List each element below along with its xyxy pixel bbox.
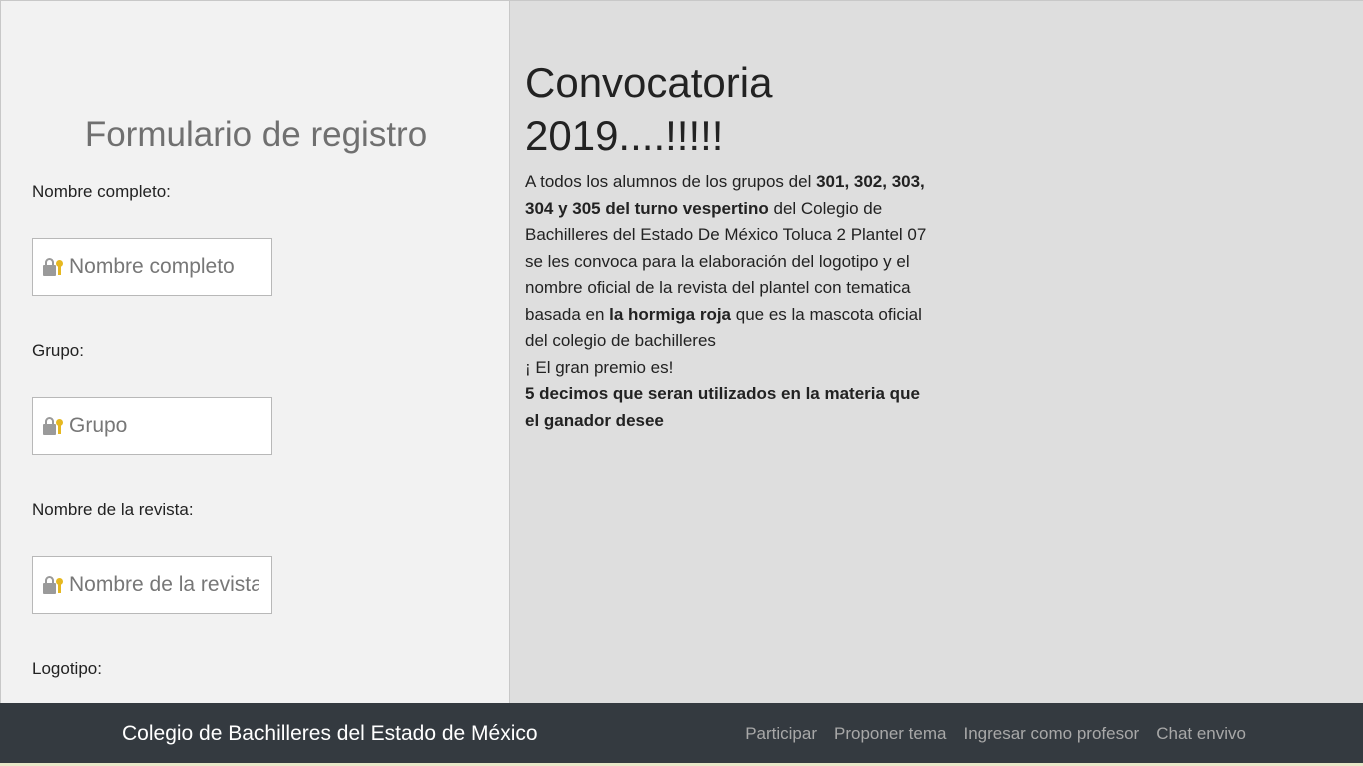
- footer-navbar: Colegio de Bachilleres del Estado de Méx…: [0, 703, 1363, 763]
- magazine-name-input[interactable]: [69, 573, 259, 597]
- registration-panel: Formulario de registro Nombre completo: …: [0, 0, 510, 703]
- lock-key-icon: [43, 257, 65, 277]
- nav-participar[interactable]: Participar: [745, 724, 817, 744]
- announcement-title-line2: 2019....!!!!!: [525, 112, 724, 159]
- prize-text: 5 decimos que seran utilizados en la mat…: [525, 384, 920, 430]
- footer-nav: Participar Proponer tema Ingresar como p…: [745, 724, 1246, 744]
- fullname-input[interactable]: [69, 255, 259, 279]
- logo-label: Logotipo:: [32, 659, 102, 678]
- group-field[interactable]: [32, 397, 272, 455]
- magazine-name-label: Nombre de la revista:: [32, 500, 194, 519]
- lock-key-icon: [43, 416, 65, 436]
- magazine-name-field[interactable]: [32, 556, 272, 614]
- announcement-mascot: la hormiga roja: [609, 304, 732, 324]
- announcement-text: A todos los alumnos de los grupos del: [525, 172, 817, 191]
- lock-key-icon: [43, 575, 65, 595]
- announcement-title: Convocatoria 2019....!!!!!: [525, 56, 925, 162]
- fullname-field[interactable]: [32, 238, 272, 296]
- prize-intro: ¡ El gran premio es!: [525, 357, 674, 377]
- nav-ingresar-profesor[interactable]: Ingresar como profesor: [963, 724, 1139, 744]
- form-title: Formulario de registro: [84, 115, 428, 154]
- fullname-label: Nombre completo:: [32, 182, 171, 201]
- announcement-title-line1: Convocatoria: [525, 59, 773, 106]
- brand-link[interactable]: Colegio de Bachilleres del Estado de Méx…: [122, 722, 538, 746]
- nav-chat-envivo[interactable]: Chat envivo: [1156, 724, 1246, 744]
- announcement-body: A todos los alumnos de los grupos del 30…: [525, 169, 935, 434]
- group-label: Grupo:: [32, 341, 84, 360]
- nav-proponer-tema[interactable]: Proponer tema: [834, 724, 946, 744]
- group-input[interactable]: [69, 414, 259, 438]
